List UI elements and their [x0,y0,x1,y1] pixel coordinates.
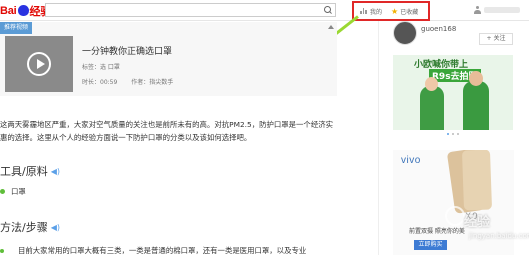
video-meta: 时长：00:59 作者：指尖数手 [82,77,173,86]
carousel-dots[interactable] [447,133,459,135]
video-tag: 推荐视频 [0,22,33,34]
bar-chart-icon [360,8,367,14]
steps-title-text: 方法/步骤 [0,221,48,234]
video-duration: 时长：00:59 [82,79,118,86]
steps-section-title: 方法/步骤 ◀) [0,219,60,235]
collapse-icon[interactable] [328,25,334,29]
recommended-video-card: 推荐视频 一分钟教你正确选口罩 标签：选 口罩 时长：00:59 作者：指尖数手 [0,22,337,96]
follow-button[interactable]: + 关注 [479,33,513,45]
play-icon[interactable] [27,52,51,76]
video-tags: 标签：选 口罩 [82,64,120,71]
carousel-dot[interactable] [457,133,459,135]
top-bar: Bai 经验 我的 ★ 已收藏 [0,0,529,21]
tools-title-text: 工具/原料 [0,165,48,178]
favorites-label: 已收藏 [400,8,419,16]
logo-text-bai: Bai [0,4,17,17]
tool-item: 口罩 [0,186,26,197]
search-input[interactable] [45,3,336,17]
speaker-icon[interactable]: ◀) [51,167,60,176]
bullet-icon [0,248,4,253]
video-author: 作者：指尖数手 [131,79,174,86]
step-text: 目前大家常用的口罩大概有三类，一类是普通的棉口罩，还有一类是医用口罩，以及专业 [18,246,307,255]
watermark: 经验 [464,215,491,230]
avatar[interactable] [393,21,417,45]
buy-now-button[interactable]: 立即购买 [414,240,447,250]
user-menu-highlighted: 我的 ★ 已收藏 [352,1,430,21]
author-info: guoen168 [393,21,456,45]
banner-person-2 [463,71,489,130]
speaker-icon[interactable]: ◀) [51,223,60,232]
video-thumbnail[interactable] [5,36,73,92]
search-icon[interactable] [321,4,335,16]
paw-icon [17,5,29,16]
video-title[interactable]: 一分钟教你正确选口罩 [82,44,172,57]
tool-item-text: 口罩 [11,187,26,196]
column-divider [378,21,379,255]
user-account[interactable] [474,6,520,14]
star-icon: ★ [391,6,399,16]
username-blurred [484,7,520,13]
tools-section-title: 工具/原料 ◀) [0,163,60,179]
author-name[interactable]: guoen168 [421,25,456,33]
carousel-dot[interactable] [452,133,454,135]
ad-brand: vivo [401,155,421,166]
promo-banner[interactable]: 小欧喊你带上 R9s去拍照 [393,55,513,130]
bullet-icon [0,189,5,194]
step-item: 目前大家常用的口罩大概有三类，一类是普通的棉口罩，还有一类是医用口罩，以及专业 [0,245,306,255]
banner-person-1 [420,77,444,130]
watermark-paw-icon [445,206,465,226]
phone-image [461,150,493,211]
ad-tagline: 前置双摄 照亮你的美 [409,228,465,235]
carousel-dot[interactable] [447,133,449,135]
watermark-url: jingyan.baidu.com [469,232,529,240]
article-intro: 这两天雾霾地区严重，大家对空气质量的关注也是前所未有的高。对抗PM2.5，防护口… [0,120,333,142]
baidu-jingyan-logo[interactable]: Bai 经验 [0,3,51,18]
my-stats-label: 我的 [370,8,383,16]
user-icon [474,6,481,14]
my-stats-link[interactable]: 我的 [360,7,382,16]
favorites-link[interactable]: ★ 已收藏 [391,7,418,16]
